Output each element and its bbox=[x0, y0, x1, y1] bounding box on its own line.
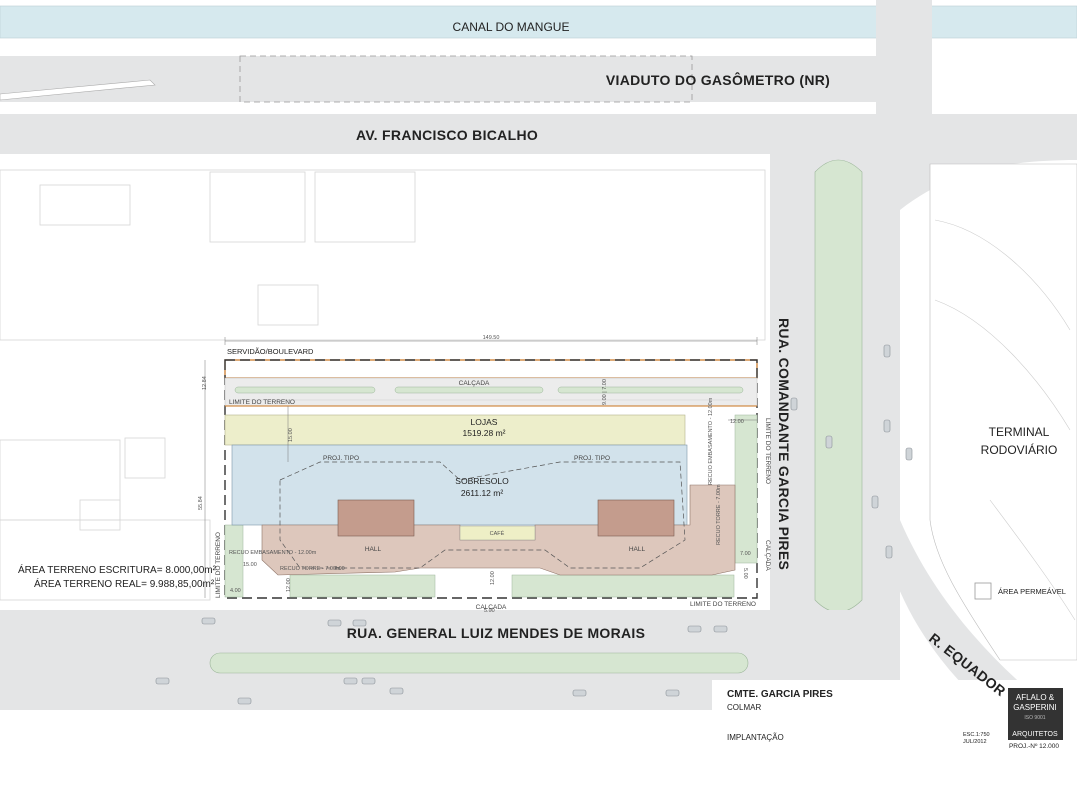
firm-cert: ISO 9001 bbox=[1024, 715, 1045, 721]
lojas-area-label: 1519.28 m² bbox=[463, 428, 506, 438]
dim-12-left: 12.00 bbox=[286, 578, 292, 592]
sobresolo-area-label: 2611.12 m² bbox=[461, 488, 504, 498]
dim-depth: 55.84 bbox=[198, 496, 204, 510]
viaduct-label: VIADUTO DO GASÔMETRO (NR) bbox=[606, 71, 830, 88]
servidao-label: SERVIDÃO/BOULEVARD bbox=[227, 347, 314, 356]
median-green bbox=[814, 159, 863, 613]
canal-label: CANAL DO MANGUE bbox=[453, 20, 570, 34]
green-bottom-left bbox=[289, 574, 436, 598]
dim-12-bottom: 12.00 bbox=[490, 571, 496, 585]
recuo-embas-right-label: RECUO EMBASAMENTO - 12.00m bbox=[708, 397, 714, 485]
hall-1-label: HALL bbox=[365, 546, 382, 553]
firm-line2: GASPERINI bbox=[1013, 703, 1057, 712]
site-plan: CANAL DO MANGUE VIADUTO DO GASÔMETRO (NR… bbox=[0, 0, 1077, 794]
scale-label: ESC.1:750 bbox=[963, 732, 990, 738]
proj-num: PROJ.-Nº 12.000 bbox=[1009, 743, 1059, 750]
legend-swatch bbox=[974, 582, 992, 600]
project-title: CMTE. GARCIA PIRES bbox=[727, 689, 833, 700]
servidao-strip bbox=[224, 359, 758, 379]
lojas-area bbox=[224, 414, 686, 446]
dim-5-calcada: 5.00 bbox=[484, 608, 495, 614]
rua-general-label: RUA. GENERAL LUIZ MENDES DE MORAIS bbox=[347, 625, 646, 641]
firm-line1: AFLALO & bbox=[1016, 693, 1055, 702]
green-slot-3 bbox=[557, 386, 744, 394]
dim-7-left: 7.00 bbox=[334, 566, 345, 572]
terminal-line2: RODOVIÁRIO bbox=[981, 442, 1058, 457]
recuo-embas-label: RECUO EMBASAMENTO - 12.00m bbox=[229, 550, 317, 556]
client-name: COLMAR bbox=[727, 703, 761, 712]
dim-width: 149.50 bbox=[483, 335, 500, 341]
proj-tipo-1-label: PROJ. TIPO bbox=[323, 455, 359, 462]
dim-9-top: 9.00 | 7.00 bbox=[602, 379, 608, 405]
dim-15-top: 15.00 bbox=[288, 428, 294, 442]
calcada-right-label: CALÇADA bbox=[764, 540, 771, 571]
dim-15-left: 15.00 bbox=[243, 562, 257, 568]
limite-right-label: LIMITE DO TERRENO bbox=[764, 418, 771, 484]
recuo-torre-right-label: RECUO TORRE - 7.00m bbox=[716, 484, 722, 545]
dim-4-left: 4.00 bbox=[230, 588, 241, 594]
sobresolo-label: SOBRESOLO bbox=[455, 476, 509, 486]
dim-7-right: 7.00 bbox=[740, 551, 751, 557]
calcada-top-label: CALÇADA bbox=[459, 380, 490, 387]
dim-5-right: 5.00 bbox=[742, 568, 748, 579]
terminal-line1: TERMINAL bbox=[989, 425, 1050, 439]
proj-tipo-2-label: PROJ. TIPO bbox=[574, 455, 610, 462]
bottom-median bbox=[209, 652, 749, 674]
date-label: JUL/2012 bbox=[963, 739, 987, 745]
green-right-strip bbox=[734, 414, 758, 564]
lojas-label: LOJAS bbox=[471, 417, 498, 427]
dim-top-left: 12.84 bbox=[202, 376, 208, 390]
firm-role: ARQUITETOS bbox=[1012, 731, 1058, 738]
area-escritura: ÁREA TERRENO ESCRITURA= 8.000,00m² bbox=[18, 563, 217, 576]
tower-right bbox=[597, 499, 675, 537]
recuo-torre-label: RECUO TORRE - 7.00m bbox=[280, 566, 341, 572]
green-bottom-right bbox=[511, 574, 735, 598]
limite-left-label: LIMITE DO TERRENO bbox=[215, 532, 222, 598]
green-slot-2 bbox=[394, 386, 544, 394]
drawing-name: IMPLANTAÇÃO bbox=[727, 733, 784, 742]
north-road bbox=[876, 0, 932, 154]
hall-2-label: HALL bbox=[629, 546, 646, 553]
cafe-label: CAFÉ bbox=[490, 530, 505, 537]
limite-bottom-label: LIMITE DO TERRENO bbox=[690, 601, 756, 608]
tower-left bbox=[337, 499, 415, 537]
area-real: ÁREA TERRENO REAL= 9.988,85,00m² bbox=[34, 577, 215, 590]
green-left-strip bbox=[224, 524, 244, 598]
avenue-label: AV. FRANCISCO BICALHO bbox=[356, 127, 538, 143]
rua-garcia-label: RUA. COMANDANTE GARCIA PIRES bbox=[776, 318, 792, 570]
limite-top-label: LIMITE DO TERRENO bbox=[229, 399, 295, 406]
legend-label: ÁREA PERMEÁVEL bbox=[998, 587, 1066, 596]
green-slot-1 bbox=[234, 386, 376, 394]
dim-12-right: 12.00 bbox=[730, 419, 744, 425]
